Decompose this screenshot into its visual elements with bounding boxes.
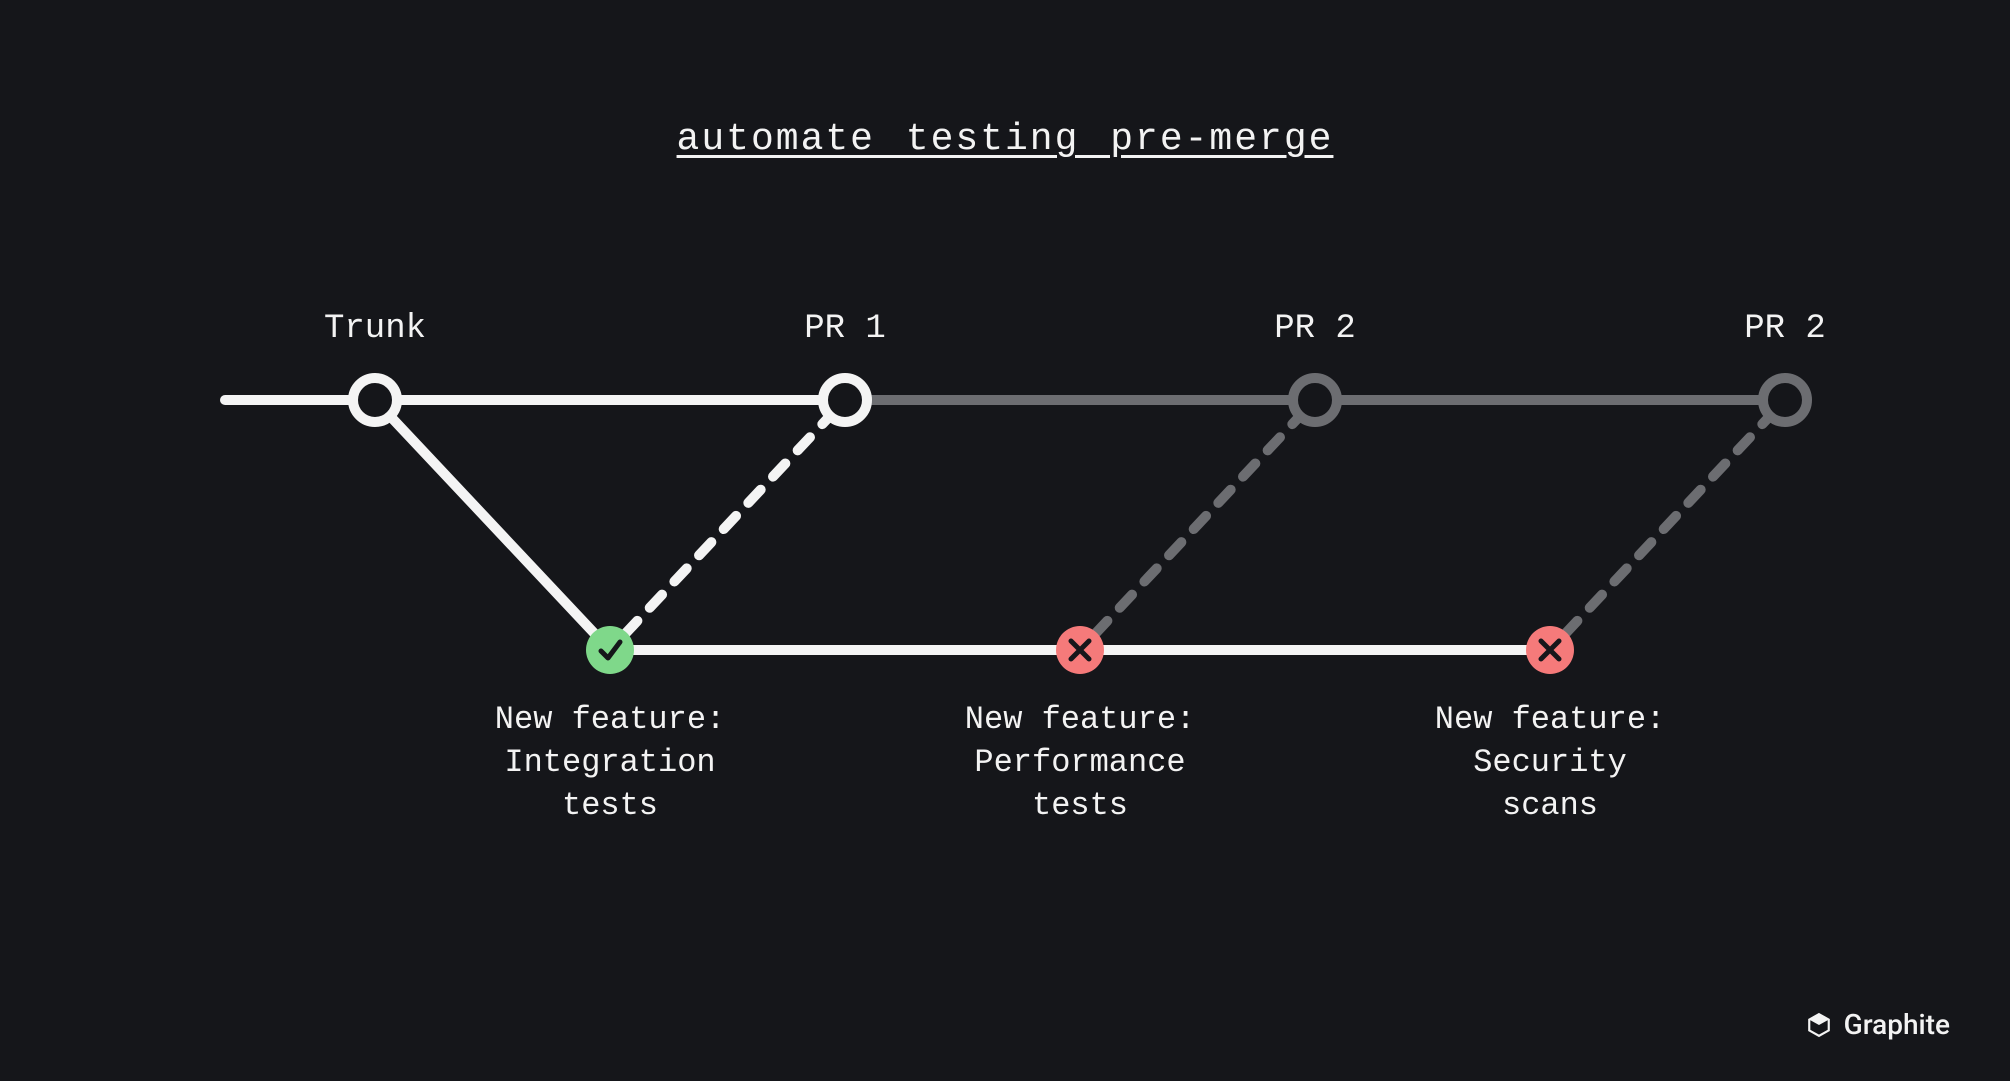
- trunk-node-label: PR 2: [1744, 310, 1826, 348]
- feature-node-label: New feature: Security scans: [1435, 698, 1665, 828]
- trunk-node-label: PR 2: [1274, 310, 1356, 348]
- graph-svg: [0, 0, 2010, 1081]
- feature-node-label: New feature: Integration tests: [495, 698, 725, 828]
- graphite-logo-icon: [1806, 1012, 1832, 1038]
- trunk-node-label: Trunk: [324, 310, 426, 348]
- feature-node-label: New feature: Performance tests: [965, 698, 1195, 828]
- diagram-stage: automate testing pre-merge TrunkPR 1PR 2…: [0, 0, 2010, 1081]
- brand-name: Graphite: [1844, 1008, 1950, 1041]
- brand-badge: Graphite: [1806, 1008, 1950, 1041]
- trunk-node-label: PR 1: [804, 310, 886, 348]
